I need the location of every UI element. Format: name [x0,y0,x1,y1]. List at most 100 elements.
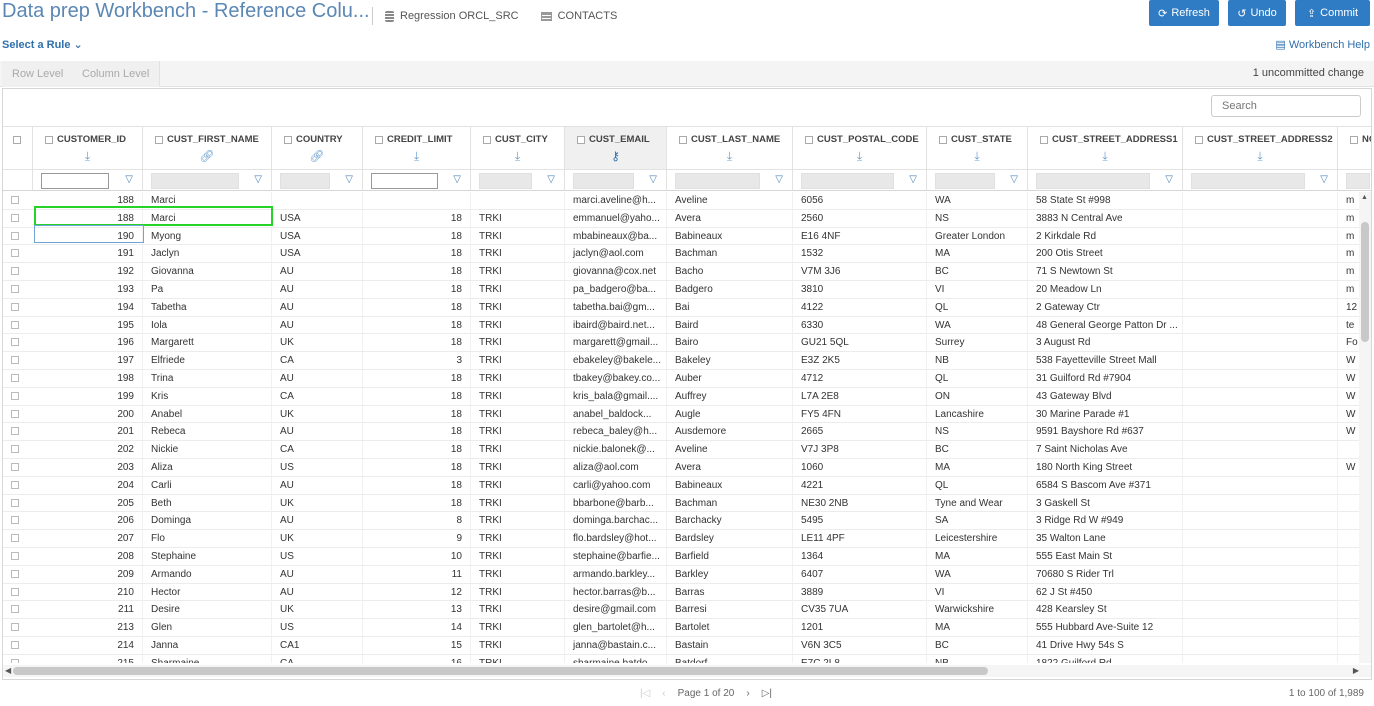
row-checkbox[interactable] [11,480,19,489]
table-cell[interactable]: Kris [143,387,272,405]
table-cell[interactable]: TRKI [471,387,565,405]
table-cell[interactable]: US [272,619,363,637]
table-cell[interactable]: 12 [1338,298,1361,316]
row-checkbox[interactable] [11,516,19,525]
table-cell[interactable]: 190 [33,227,143,245]
table-cell[interactable]: CA [272,441,363,459]
table-cell[interactable]: E3Z 2K5 [793,352,927,370]
table-cell[interactable] [1183,298,1338,316]
table-cell[interactable]: US [272,459,363,476]
table-cell[interactable]: Warwickshire [927,601,1028,619]
table-cell[interactable]: nickie.balonek@... [565,441,667,459]
table-cell[interactable]: Bachman [667,245,793,263]
table-cell[interactable]: 6584 S Bascom Ave #371 [1028,476,1183,494]
row-checkbox[interactable] [11,605,19,614]
table-cell[interactable] [1338,583,1361,601]
table-cell[interactable]: jaclyn@aol.com [565,245,667,263]
table-cell[interactable]: GU21 5QL [793,334,927,352]
table-cell[interactable] [1338,530,1361,548]
table-row[interactable]: 193 Pa AU 18 TRKI pa_badgero@ba... Badgero 3810… [3,281,1371,299]
table-cell[interactable]: E7C 2L8 [793,654,927,663]
table-cell[interactable]: mbabineaux@ba... [565,227,667,245]
table-cell[interactable]: Augle [667,405,793,423]
row-checkbox[interactable] [11,231,19,240]
table-cell[interactable]: kris_bala@gmail.... [565,387,667,405]
table-cell[interactable]: 3889 [793,583,927,601]
table-cell[interactable]: 70680 S Rider Trl [1028,565,1183,583]
table-cell[interactable]: te [1338,316,1361,334]
table-cell[interactable]: 2 Gateway Ctr [1028,298,1183,316]
table-cell[interactable]: BC [927,637,1028,654]
table-cell[interactable]: 62 J St #450 [1028,583,1183,601]
table-cell[interactable]: UK [272,601,363,619]
table-cell[interactable] [1183,352,1338,370]
table-cell[interactable]: Rebeca [143,423,272,441]
table-cell[interactable] [1183,619,1338,637]
table-cell[interactable]: 3883 N Central Ave [1028,209,1183,227]
table-cell[interactable]: V7M 3J6 [793,263,927,281]
column-header[interactable]: CUST_POSTAL_CODE ⤓ [793,126,927,169]
table-cell[interactable]: 18 [363,316,471,334]
table-cell[interactable]: Iola [143,316,272,334]
table-cell[interactable]: 18 [363,263,471,281]
filter-icon[interactable]: ▽ [125,174,133,185]
table-cell[interactable]: LE11 4PF [793,530,927,548]
prev-page-icon[interactable]: ‹ [662,688,665,699]
table-cell[interactable]: AU [272,583,363,601]
row-checkbox[interactable] [11,374,19,382]
next-page-icon[interactable]: › [746,688,749,699]
table-cell[interactable]: UK [272,494,363,512]
table-cell[interactable]: 195 [33,316,143,334]
table-cell[interactable]: VI [927,281,1028,298]
table-cell[interactable]: Trina [143,370,272,387]
column-checkbox[interactable] [1040,135,1048,144]
download-icon[interactable]: ⤓ [363,149,470,164]
table-cell[interactable]: TRKI [471,334,565,352]
table-cell[interactable] [1338,512,1361,530]
table-cell[interactable]: TRKI [471,263,565,281]
table-cell[interactable] [1338,654,1361,663]
table-cell[interactable] [1183,459,1338,476]
table-cell[interactable]: glen_bartolet@h... [565,619,667,637]
table-cell[interactable]: UK [272,405,363,423]
table-row[interactable]: 188 Marci marci.aveline@h... Aveline 6056 WA 5… [3,192,1371,210]
table-cell[interactable]: 196 [33,334,143,352]
table-cell[interactable]: TRKI [471,654,565,663]
filter-icon[interactable]: ▽ [1165,174,1173,185]
table-row[interactable]: 198 Trina AU 18 TRKI tbakey@bakey.co... Auber 4… [3,370,1371,388]
table-cell[interactable]: 191 [33,245,143,263]
table-cell[interactable]: TRKI [471,637,565,654]
table-cell[interactable]: Nickie [143,441,272,459]
table-cell[interactable]: AU [272,281,363,298]
row-checkbox[interactable] [11,249,19,258]
row-checkbox[interactable] [11,196,19,204]
table-cell[interactable]: USA [272,227,363,245]
table-cell[interactable]: 3 Gaskell St [1028,494,1183,512]
table-cell[interactable]: Desire [143,601,272,619]
column-checkbox[interactable] [45,135,53,144]
filter-input[interactable] [41,173,109,189]
scroll-up-icon[interactable]: ▲ [1361,194,1368,201]
table-cell[interactable]: m [1338,192,1361,209]
search-input[interactable] [1211,95,1361,117]
table-cell[interactable]: Carli [143,476,272,494]
row-checkbox[interactable] [11,658,19,663]
table-cell[interactable]: 18 [363,387,471,405]
table-cell[interactable]: Armando [143,565,272,583]
table-cell[interactable]: TRKI [471,352,565,370]
table-cell[interactable]: TRKI [471,281,565,298]
table-cell[interactable]: Surrey [927,334,1028,352]
filter-icon[interactable]: ▽ [775,174,783,185]
table-cell[interactable]: Bartolet [667,619,793,637]
table-cell[interactable]: 208 [33,548,143,565]
table-cell[interactable]: TRKI [471,298,565,316]
table-cell[interactable] [1338,441,1361,459]
table-cell[interactable]: ebakeley@bakele... [565,352,667,370]
table-cell[interactable]: QL [927,476,1028,494]
filter-input[interactable] [371,173,438,189]
row-checkbox[interactable] [11,552,19,560]
table-cell[interactable]: E16 4NF [793,227,927,245]
table-cell[interactable]: TRKI [471,441,565,459]
table-cell[interactable]: Auffrey [667,387,793,405]
table-cell[interactable]: anabel_baldock... [565,405,667,423]
